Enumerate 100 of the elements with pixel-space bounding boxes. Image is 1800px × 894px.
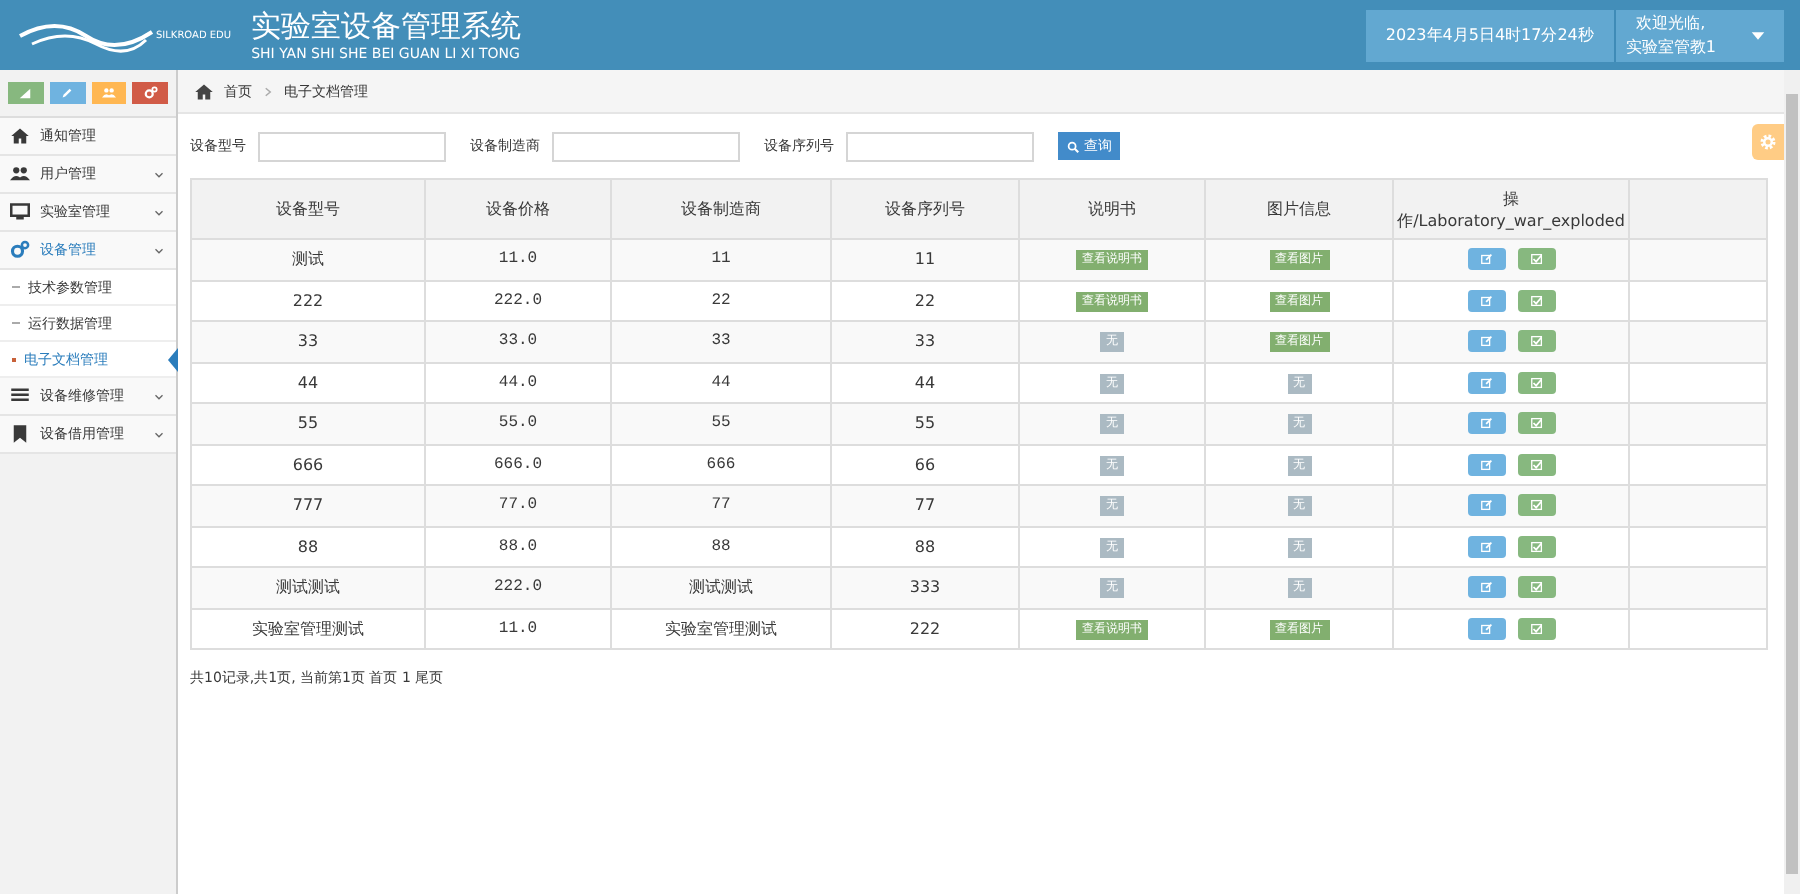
edit-icon (1479, 457, 1493, 472)
edit-icon (1479, 539, 1493, 554)
table-cell: 11.0 (425, 608, 611, 649)
edit-button[interactable] (1467, 453, 1505, 476)
check-button[interactable] (1517, 371, 1555, 394)
table-cell: 55 (191, 403, 425, 444)
edit-button[interactable] (1467, 248, 1505, 271)
checkbox-icon (1529, 416, 1543, 431)
settings-button[interactable] (1752, 124, 1784, 160)
chevron-icon (152, 427, 166, 441)
column-header: 设备型号 (191, 179, 425, 239)
checkbox-icon (1529, 539, 1543, 554)
edit-icon (1479, 334, 1493, 349)
search-field[interactable] (846, 131, 1034, 161)
checkbox-icon (1529, 621, 1543, 636)
check-button[interactable] (1517, 535, 1555, 558)
shortcut-button[interactable] (132, 82, 168, 104)
check-button[interactable] (1517, 494, 1555, 517)
table-cell: 222.0 (425, 567, 611, 608)
app-title: 实验室设备管理系统 (251, 8, 522, 46)
table-cell: 77 (611, 485, 831, 526)
table-cell: 33.0 (425, 321, 611, 362)
datetime-text: 2023年4月5日4时17分24秒 (1365, 9, 1616, 61)
edit-icon (1479, 375, 1493, 390)
table-cell: 55.0 (425, 403, 611, 444)
check-button[interactable] (1517, 453, 1555, 476)
pencil-icon (60, 86, 75, 100)
edit-icon (1479, 252, 1493, 267)
users-icon (101, 86, 116, 100)
edit-button[interactable] (1467, 371, 1505, 394)
column-header: 设备制造商 (611, 179, 831, 239)
search-field[interactable] (258, 131, 446, 161)
check-button[interactable] (1517, 617, 1555, 640)
users-icon (10, 164, 30, 184)
check-button[interactable] (1517, 248, 1555, 271)
edit-button[interactable] (1467, 289, 1505, 312)
gears-icon (143, 86, 158, 100)
table-cell: 11 (831, 239, 1019, 280)
search-field[interactable] (552, 131, 740, 161)
table-cell: 55 (611, 403, 831, 444)
shortcut-button[interactable] (8, 82, 44, 104)
checkbox-icon (1529, 252, 1543, 267)
table-cell: 77.0 (425, 485, 611, 526)
settings-icon (1758, 132, 1778, 152)
table-cell: 实验室管理测试 (191, 608, 425, 649)
column-header: 说明书 (1019, 179, 1205, 239)
table-cell: 33 (191, 321, 425, 362)
edit-button[interactable] (1467, 330, 1505, 353)
table-cell: 777 (191, 485, 425, 526)
checkbox-icon (1529, 580, 1543, 595)
edit-button[interactable] (1467, 617, 1505, 640)
edit-icon (1479, 621, 1493, 636)
house-icon (194, 81, 214, 101)
edit-icon (1479, 293, 1493, 308)
edit-icon (1479, 580, 1493, 595)
check-button[interactable] (1517, 412, 1555, 435)
scrollbar-thumb[interactable] (1786, 94, 1798, 874)
search-icon (1066, 139, 1080, 153)
edit-icon (1479, 416, 1493, 431)
table-cell: 测试测试 (191, 567, 425, 608)
shortcut-button[interactable] (91, 82, 127, 104)
chevron-icon (152, 167, 166, 181)
list-icon (10, 386, 30, 406)
house-icon (10, 126, 30, 146)
bookmark-icon (10, 424, 30, 444)
chevron-icon (152, 243, 166, 257)
edit-button[interactable] (1467, 412, 1505, 435)
table-cell: 11.0 (425, 239, 611, 280)
gears-icon (10, 240, 30, 260)
table-cell: 实验室管理测试 (611, 608, 831, 649)
column-header: 操作/Laboratory_war_exploded (1393, 179, 1629, 239)
column-header: 设备序列号 (831, 179, 1019, 239)
column-header: 设备价格 (425, 179, 611, 239)
chevron-icon (152, 389, 166, 403)
check-button[interactable] (1517, 576, 1555, 599)
checkbox-icon (1529, 375, 1543, 390)
table-cell: 333 (831, 567, 1019, 608)
checkbox-icon (1529, 334, 1543, 349)
table-cell: 33 (831, 321, 1019, 362)
checkbox-icon (1529, 498, 1543, 513)
table-cell: 77 (831, 485, 1019, 526)
edit-button[interactable] (1467, 494, 1505, 517)
shortcut-button[interactable] (49, 82, 85, 104)
table-cell: 55 (831, 403, 1019, 444)
chart-icon (18, 86, 33, 100)
table-cell: 测试 (191, 239, 425, 280)
check-button[interactable] (1517, 330, 1555, 353)
checkbox-icon (1529, 293, 1543, 308)
edit-button[interactable] (1467, 576, 1505, 599)
table-cell: 测试测试 (611, 567, 831, 608)
chevron-right-icon (262, 85, 274, 97)
user-menu-button[interactable]: 欢迎光临, 实验室管教1 (1615, 9, 1784, 61)
edit-button[interactable] (1467, 535, 1505, 558)
table-cell: 11 (611, 239, 831, 280)
edit-icon (1479, 498, 1493, 513)
checkbox-icon (1529, 457, 1543, 472)
monitor-icon (10, 202, 30, 222)
column-header: 图片信息 (1205, 179, 1393, 239)
check-button[interactable] (1517, 289, 1555, 312)
table-cell: 33 (611, 321, 831, 362)
